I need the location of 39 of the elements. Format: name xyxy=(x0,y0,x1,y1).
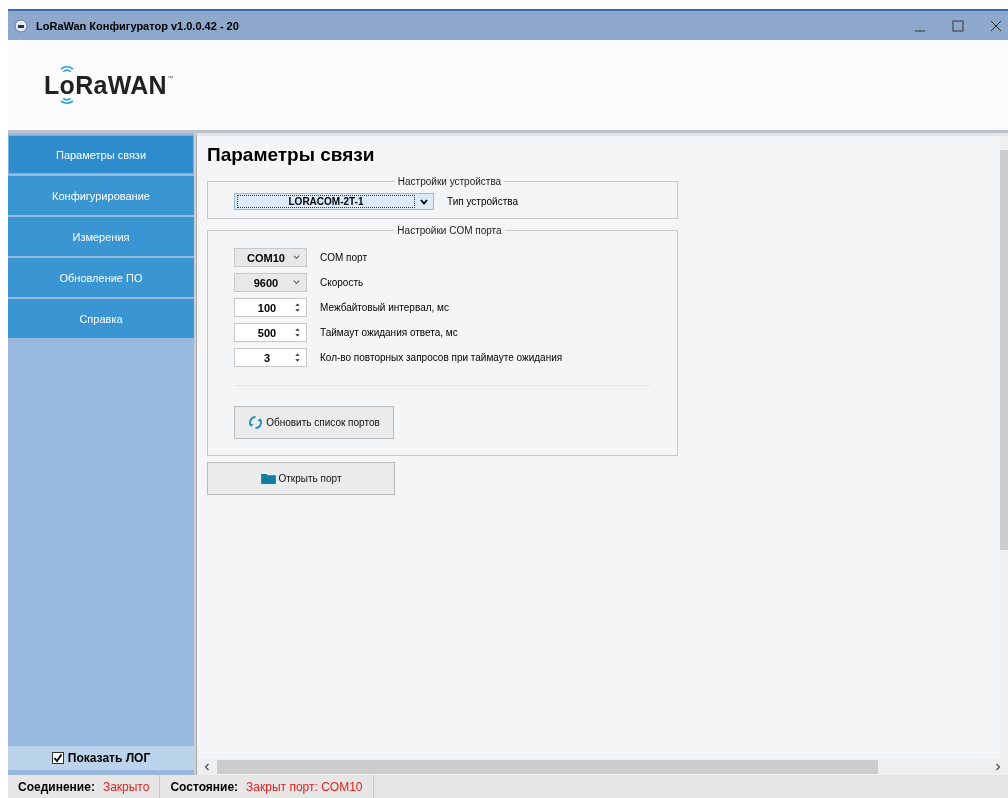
status-label: Соединение: xyxy=(18,779,95,794)
group-legend: Настройки устройства xyxy=(394,176,505,187)
spin-field[interactable]: 500 xyxy=(234,323,307,342)
spin-arrows-icon[interactable] xyxy=(294,327,301,338)
group-legend: Настройки COM порта xyxy=(394,225,505,236)
scroll-left-icon[interactable] xyxy=(203,763,211,771)
vertical-scrollbar[interactable] xyxy=(1000,136,1008,759)
field-label: Скорость xyxy=(320,277,364,288)
field-label: Межбайтовый интервал, мс xyxy=(320,302,449,313)
field-label: Таймаут ожидания ответа, мс xyxy=(320,327,458,338)
maximize-icon[interactable] xyxy=(952,19,964,32)
field-label: Тип устройства xyxy=(447,196,518,207)
status-label: Состояние: xyxy=(170,779,239,794)
field-label: Кол-во повторных запросов при таймауте ожидания xyxy=(320,352,563,363)
status-value: Закрыто xyxy=(102,779,150,794)
spin-arrows-icon[interactable] xyxy=(294,352,301,363)
signal-waves-icon xyxy=(58,65,76,73)
field-label: COM порт xyxy=(320,252,367,263)
app-icon xyxy=(14,18,28,33)
dropdown[interactable]: 9600 xyxy=(234,273,307,292)
device-type-dropdown[interactable]: LORACOM-2T-1 xyxy=(234,193,434,210)
folder-icon xyxy=(260,473,276,484)
spin-arrows-icon[interactable] xyxy=(294,302,301,313)
status-value: Закрыт порт: COM10 xyxy=(246,779,363,794)
close-icon[interactable] xyxy=(990,19,1002,32)
sidebar-item[interactable]: Параметры связи xyxy=(8,135,194,174)
spin-field[interactable]: 3 xyxy=(234,348,307,367)
dropdown[interactable]: COM10 xyxy=(234,248,307,267)
logo-text: LoRaWAN xyxy=(44,75,167,95)
checkbox-icon[interactable] xyxy=(51,752,64,764)
refresh-ports-button[interactable]: Обновить список портов xyxy=(234,406,394,439)
page-title: Параметры связи xyxy=(207,144,376,166)
scroll-right-icon[interactable] xyxy=(994,763,1002,771)
open-port-button[interactable]: Открыть порт xyxy=(207,462,395,495)
refresh-icon xyxy=(248,415,264,430)
signal-waves-icon xyxy=(58,97,76,105)
horizontal-scrollbar[interactable] xyxy=(197,759,1008,775)
spin-field[interactable]: 100 xyxy=(234,298,307,317)
window-title: LoRaWan Конфигуратор v1.0.0.42 - 20 xyxy=(36,19,239,32)
